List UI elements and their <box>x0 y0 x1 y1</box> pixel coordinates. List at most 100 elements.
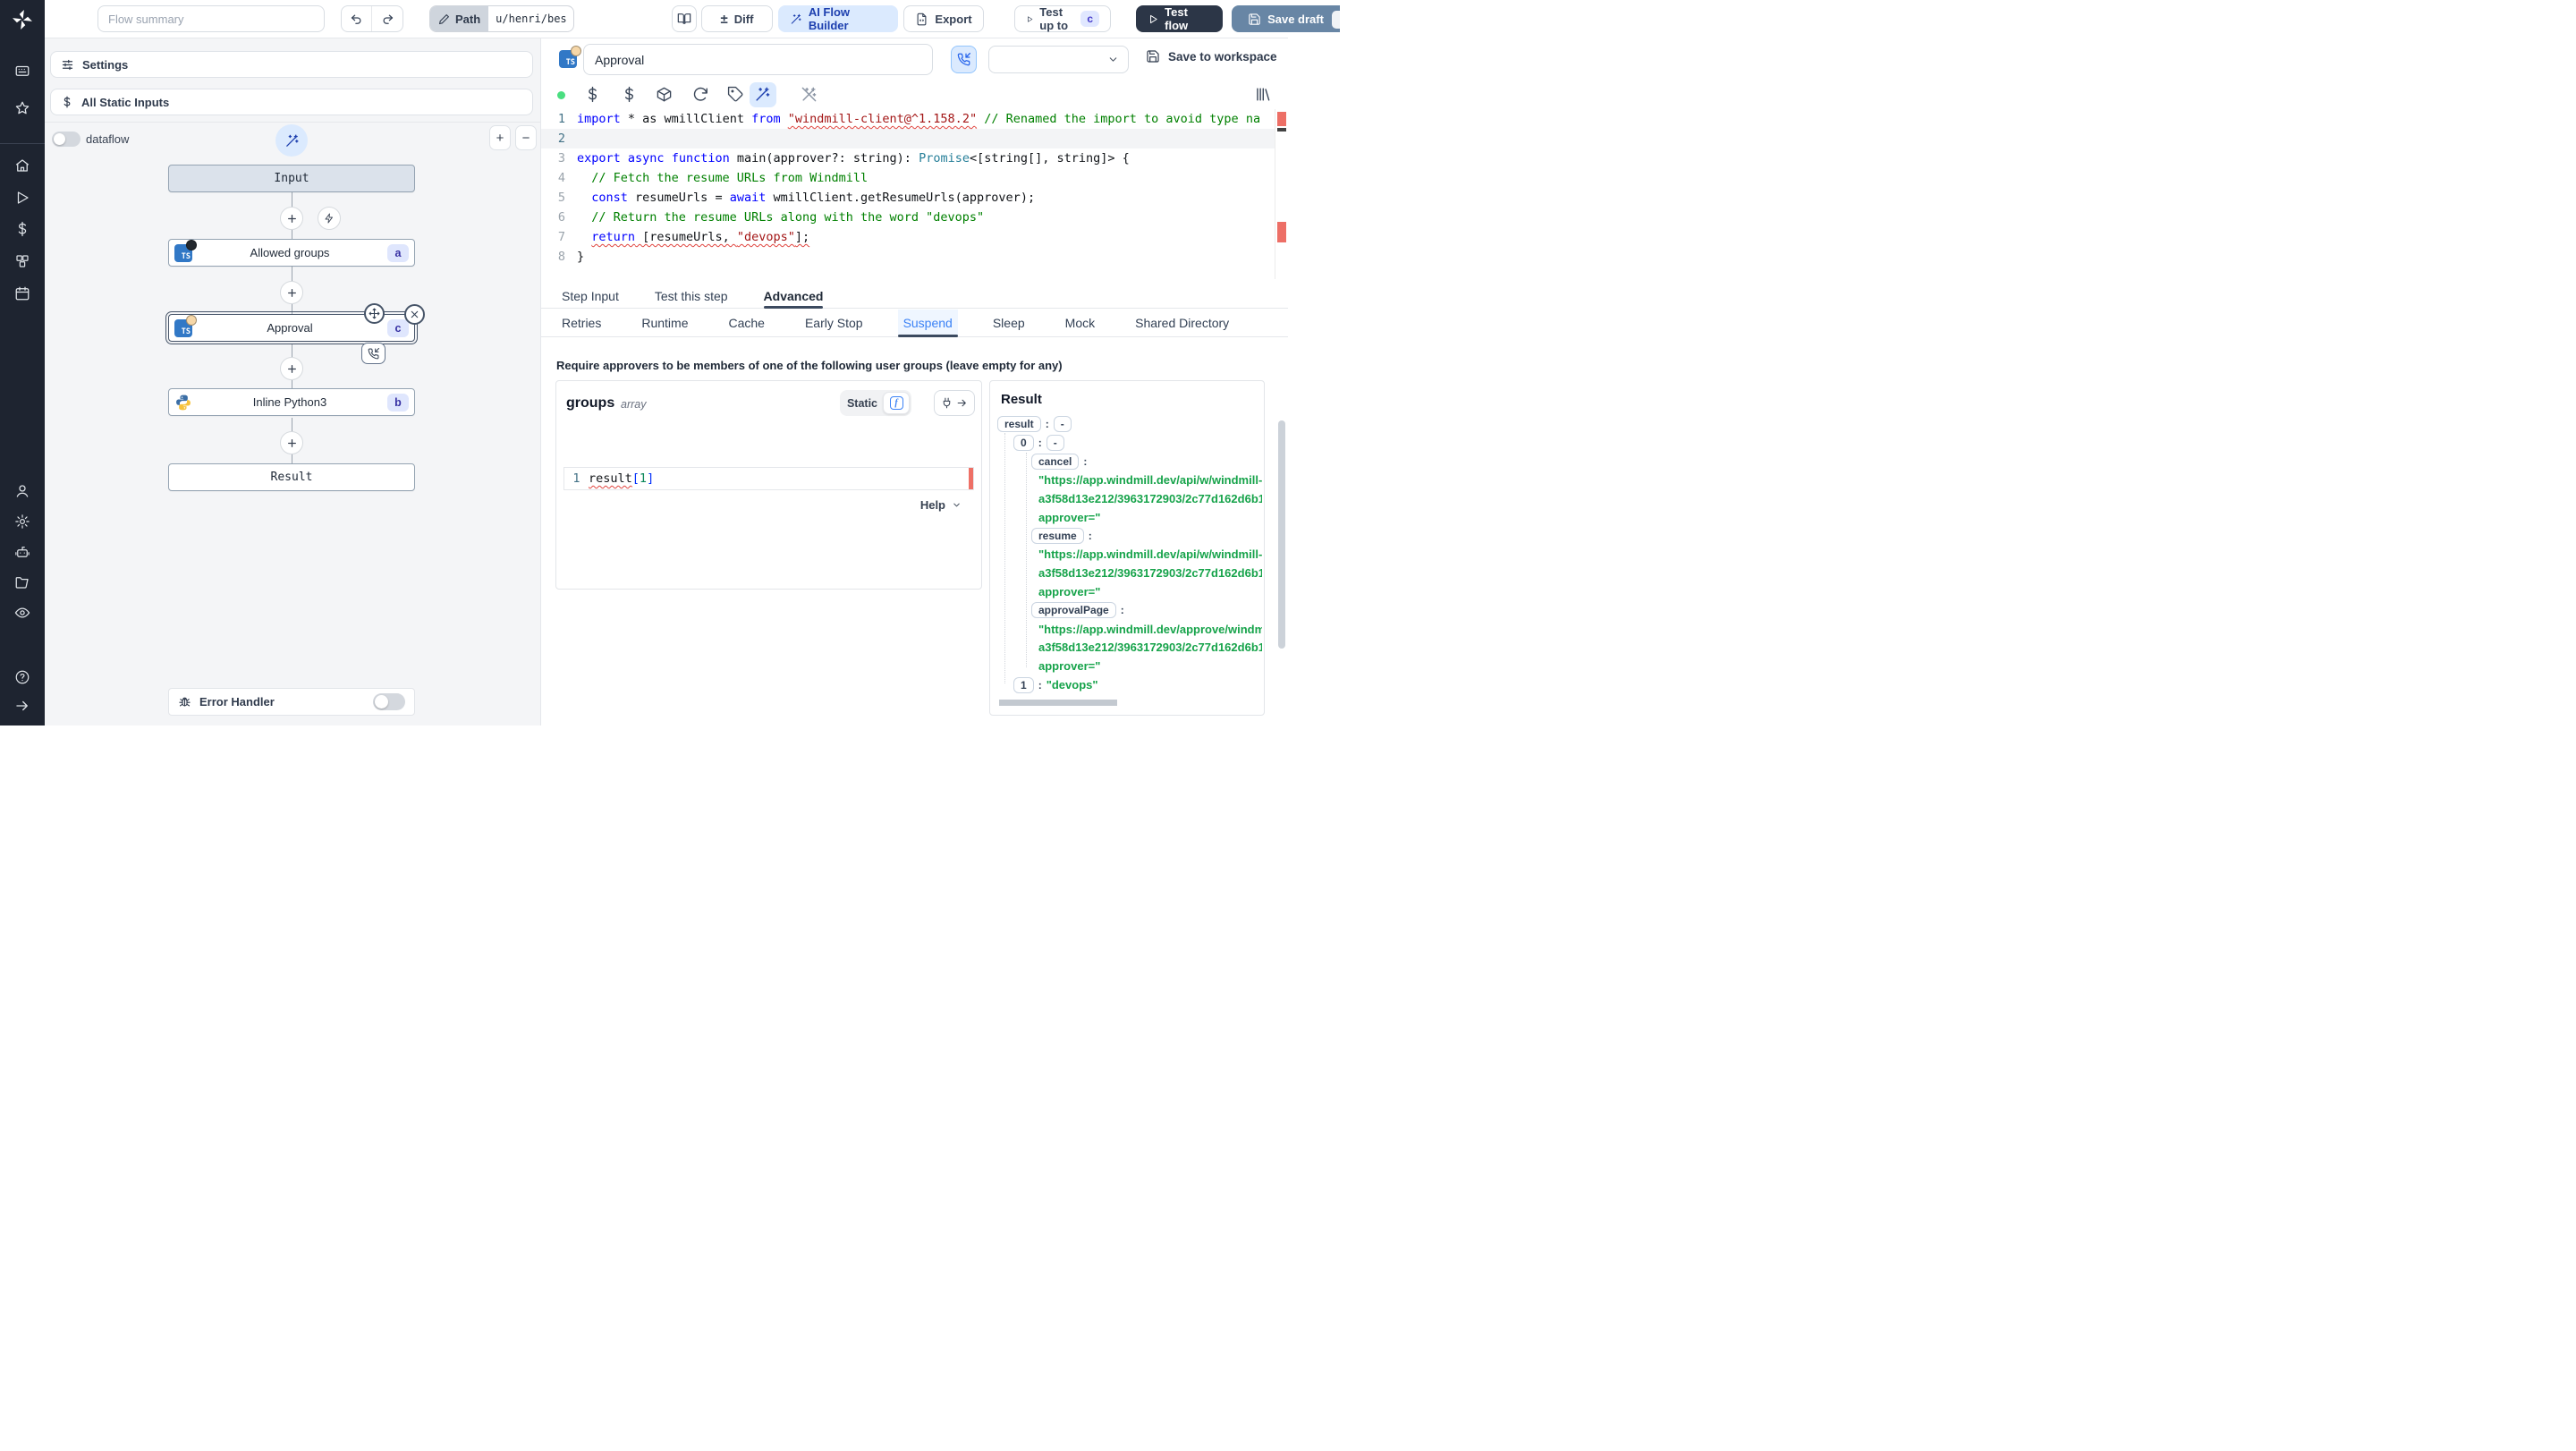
audit-eye-icon[interactable] <box>14 605 30 621</box>
windmill-logo-icon[interactable] <box>10 7 35 32</box>
dataflow-toggle[interactable] <box>52 132 80 147</box>
settings-gear-icon[interactable] <box>14 513 30 530</box>
help-icon[interactable] <box>14 669 30 685</box>
favorites-star-icon[interactable] <box>14 100 30 116</box>
panel-scrollbar-thumb[interactable] <box>1278 420 1285 649</box>
static-javascript-toggle: Static f <box>840 390 911 416</box>
subtab-shared-directory[interactable]: Shared Directory <box>1130 310 1234 336</box>
error-bar <box>969 468 973 489</box>
code-line[interactable]: 5 const resumeUrls = await wmillClient.g… <box>541 188 1275 208</box>
ai-generate-wand-icon[interactable] <box>754 86 771 103</box>
tab-test-this-step[interactable]: Test this step <box>655 284 728 308</box>
add-step-button[interactable] <box>280 431 303 454</box>
add-step-button[interactable] <box>280 281 303 304</box>
editor-scrollbar-thumb[interactable] <box>1277 128 1286 132</box>
add-trigger-button[interactable] <box>318 207 341 230</box>
resources-cubes-icon[interactable] <box>14 253 30 269</box>
test-flow-button[interactable]: Test flow <box>1136 5 1223 32</box>
subtab-sleep[interactable]: Sleep <box>987 310 1030 336</box>
runs-play-icon[interactable] <box>14 190 30 206</box>
subtab-early-stop[interactable]: Early Stop <box>800 310 869 336</box>
flow-result-node[interactable]: Result <box>168 463 415 491</box>
suspend-phone-button[interactable] <box>951 46 977 73</box>
delete-step-button[interactable] <box>404 304 425 325</box>
code-line[interactable]: 1 import * as wmillClient from "windmill-… <box>541 109 1275 129</box>
code-line[interactable]: 6 // Return the resume URLs along with t… <box>541 208 1275 227</box>
flow-settings-row[interactable]: Settings <box>50 51 533 78</box>
help-expander[interactable]: Help <box>920 498 962 512</box>
tab-advanced[interactable]: Advanced <box>763 284 823 309</box>
workers-robot-icon[interactable] <box>14 544 30 560</box>
test-up-to-button[interactable]: Test up to c <box>1014 5 1111 32</box>
groups-expression-editor[interactable]: 1 result[1] <box>564 467 974 490</box>
code-editor[interactable]: 1 import * as wmillClient from "windmill-… <box>541 109 1275 279</box>
add-step-button[interactable] <box>280 207 303 230</box>
diff-button[interactable]: ± Diff <box>701 5 773 32</box>
suspend-phone-badge[interactable] <box>361 343 386 364</box>
colon: : <box>1045 418 1049 431</box>
code-line[interactable]: 8} <box>541 247 1275 267</box>
code-line[interactable]: 7 return [resumeUrls, "devops"]; <box>541 227 1275 247</box>
save-draft-button[interactable]: Save draft <box>1232 5 1352 32</box>
apps-board-icon[interactable] <box>14 63 30 79</box>
script-tag-select[interactable] <box>988 46 1129 73</box>
code-line[interactable]: 4 // Fetch the resume URLs from Windmill <box>541 168 1275 188</box>
plus-icon <box>287 214 296 223</box>
error-handler-row[interactable]: Error Handler <box>168 688 415 716</box>
secret-dollar-icon[interactable] <box>621 86 638 103</box>
package-icon[interactable] <box>656 86 673 103</box>
json-key-chip[interactable]: 0 <box>1013 435 1034 452</box>
schedules-calendar-icon[interactable] <box>14 285 30 301</box>
reset-refresh-icon[interactable] <box>692 86 709 103</box>
users-person-icon[interactable] <box>14 483 30 499</box>
add-step-button[interactable] <box>280 357 303 380</box>
result-hscrollbar-thumb[interactable] <box>999 700 1117 706</box>
ai-flow-builder-button[interactable]: AI Flow Builder <box>778 5 898 32</box>
variable-dollar-icon[interactable] <box>584 86 601 103</box>
undo-button[interactable] <box>342 6 373 31</box>
code-line[interactable]: 2 <box>541 129 1275 148</box>
export-button[interactable]: Export <box>903 5 984 32</box>
step-name-input[interactable]: Approval <box>583 44 933 75</box>
json-value-line: a3f58d13e212/3963172903/2c77d162d6b17395… <box>990 489 1262 508</box>
path-value[interactable]: u/henri/bes <box>488 6 573 31</box>
json-key-chip[interactable]: approvalPage <box>1031 602 1116 619</box>
expand-arrow-icon[interactable] <box>14 698 30 714</box>
error-handler-toggle[interactable] <box>373 693 405 710</box>
json-key-chip[interactable]: resume <box>1031 528 1084 545</box>
flow-summary-input[interactable]: Flow summary <box>97 5 325 32</box>
step-node-allowed-groups[interactable]: TS Allowed groups a <box>168 239 415 267</box>
ai-fix-wand-off-icon[interactable] <box>801 86 818 103</box>
code-line[interactable]: 3 export async function main(approver?: s… <box>541 148 1275 168</box>
static-segment[interactable]: Static <box>842 397 883 410</box>
all-static-inputs-row[interactable]: All Static Inputs <box>50 89 533 115</box>
step-node-inline-python[interactable]: Inline Python3 b <box>168 388 415 416</box>
folders-icon[interactable] <box>14 574 30 590</box>
zoom-in-button[interactable]: + <box>489 125 511 150</box>
zoom-out-button[interactable]: − <box>515 125 537 150</box>
subtab-mock[interactable]: Mock <box>1060 310 1100 336</box>
json-key-chip[interactable]: cancel <box>1031 453 1080 470</box>
subtab-runtime[interactable]: Runtime <box>636 310 693 336</box>
connect-input-button[interactable] <box>934 390 975 416</box>
tag-icon[interactable] <box>727 86 744 103</box>
json-key-chip[interactable]: result <box>997 416 1041 433</box>
javascript-segment[interactable]: f <box>883 392 910 414</box>
flow-input-node[interactable]: Input <box>168 165 415 192</box>
ai-assistant-fab[interactable] <box>275 124 308 157</box>
path-control[interactable]: Path u/henri/bes <box>429 5 574 32</box>
tab-step-input[interactable]: Step Input <box>562 284 619 308</box>
collapse-toggle[interactable]: - <box>1046 435 1064 452</box>
collapse-toggle[interactable]: - <box>1053 416 1072 433</box>
home-icon[interactable] <box>14 157 30 174</box>
subtab-suspend[interactable]: Suspend <box>897 310 959 337</box>
subtab-retries[interactable]: Retries <box>556 310 606 336</box>
subtab-cache[interactable]: Cache <box>724 310 770 336</box>
save-to-workspace-button[interactable]: Save to workspace <box>1146 49 1277 64</box>
variables-dollar-icon[interactable] <box>14 221 30 237</box>
json-key-chip[interactable]: 1 <box>1013 676 1034 693</box>
library-icon[interactable] <box>1254 86 1271 103</box>
docs-book-button[interactable] <box>672 5 697 32</box>
move-step-button[interactable] <box>364 303 385 324</box>
redo-button[interactable] <box>372 6 402 31</box>
